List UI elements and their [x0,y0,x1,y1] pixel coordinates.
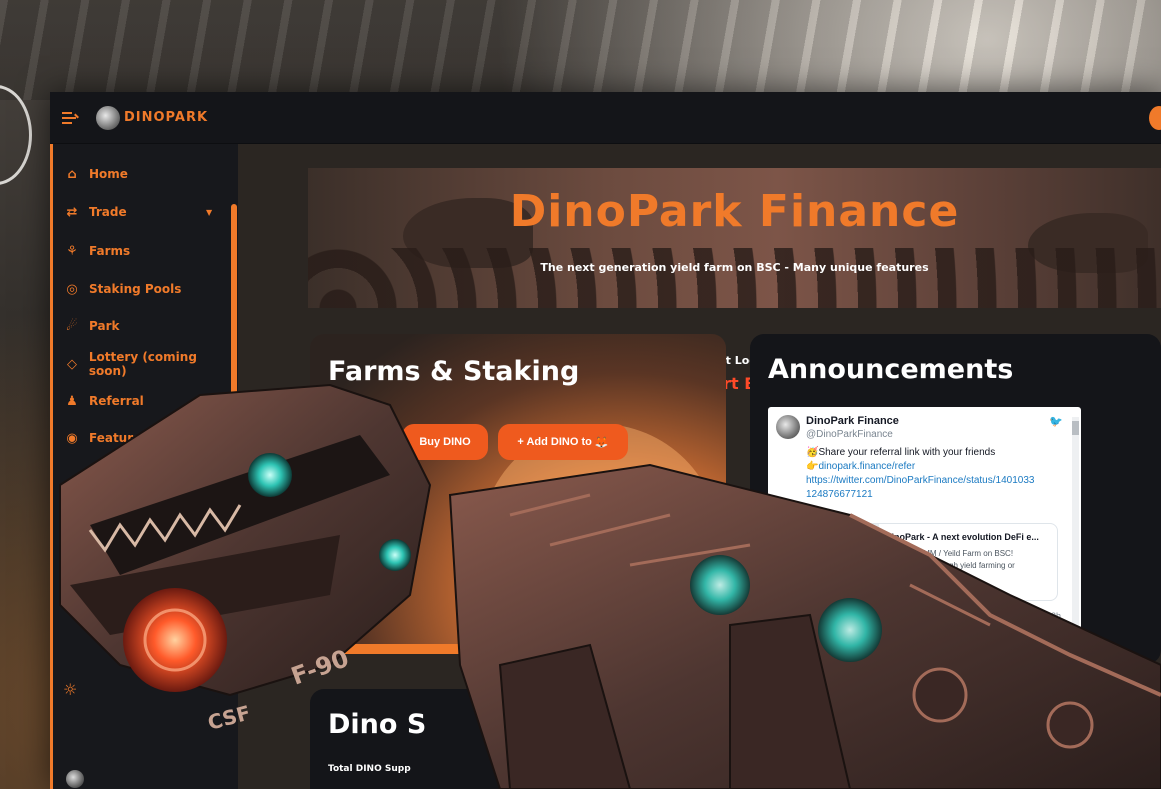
sidebar-item-label: Park [89,319,120,333]
main-content: DinoPark Finance The next generation yie… [238,144,1161,789]
sidebar-item-label: Lottery (coming soon) [88,350,197,378]
preview-description: The best AMM / Yeild Farm on BSC! Earn $… [885,548,1055,584]
pointing-hand-icon: 👉 [806,461,819,472]
tweet-text-line: 👉dinopark.finance/refer [806,461,915,472]
logo-icon [96,105,120,130]
sidebar-item-label: Staking Pools [89,282,182,296]
card-title: Announcements [768,354,1014,385]
referral-link[interactable]: dinopark.finance/refer [818,461,915,472]
hero-title: DinoPark Finance [509,186,960,237]
sidebar-item-label: Farms [89,244,131,258]
sidebar-item-label: Home [89,167,128,181]
tweet-text-line: 🥳Share your referral link with your frie… [806,447,995,458]
hero-subtitle: The next generation yield farm on BSC - … [540,261,929,274]
status-link[interactable]: https://twitter.com/DinoParkFinance/stat… [806,475,1034,486]
app-window: DINOPARK ⌂ Home ⇄ Trade ▼ ⚘ Farms ◎ Stak… [50,92,1161,789]
sidebar-item-home[interactable]: ⌂ Home [63,162,128,186]
add-dino-button[interactable]: + Add DINO to 🦊 [498,424,628,460]
fox-icon: 🦊 [594,436,609,449]
home-icon: ⌂ [67,166,77,182]
sidebar-item-label: Trade [89,205,127,219]
sidebar-item-label: Referral [89,394,144,408]
emoji-icon: 🥳 [806,447,819,458]
dino-stats-card: Dino S Total DINO Supp [310,689,730,789]
sidebar: ⌂ Home ⇄ Trade ▼ ⚘ Farms ◎ Staking Pools… [50,144,238,789]
tweet-author-name[interactable]: DinoPark Finance [806,415,899,427]
status-link-continued[interactable]: 124876677121 [806,489,873,500]
sidebar-item-label: Features [89,431,149,445]
referral-icon: ♟ [66,393,78,409]
sidebar-item-referral[interactable]: ♟ Referral [63,389,144,413]
twitter-bird-icon[interactable]: 🐦 [1049,415,1063,428]
scroll-thumb[interactable] [1072,421,1079,435]
add-dino-label: + Add DINO to [517,436,592,448]
sidebar-item-trade[interactable]: ⇄ Trade ▼ [63,200,213,224]
staking-pools-icon: ◎ [66,281,78,297]
sidebar-item-staking-pools[interactable]: ◎ Staking Pools [63,277,181,301]
brand-name[interactable]: DINOPARK [124,110,208,125]
tweet-author-handle[interactable]: @DinoParkFinance [806,429,893,440]
sidebar-item-farms[interactable]: ⚘ Farms [63,239,130,263]
trade-icon: ⇄ [66,204,78,220]
location-icon: ◉ [66,430,78,446]
account-icon[interactable] [1149,106,1161,130]
sidebar-item-lottery[interactable]: ◇ Lottery (coming soon) [63,350,238,378]
sidebar-item-park[interactable]: ☄ Park [63,314,119,338]
avatar[interactable] [776,415,800,439]
card-title: Farms & Staking [328,356,580,387]
link-preview-card[interactable]: ▤ DinoPark - A next evolution DeFi e... … [806,523,1058,601]
ticket-icon: ◇ [66,356,77,372]
farms-staking-card: Farms & Staking Buy DINO + Add DINO to 🦊 [310,334,726,654]
tweet-text: Share your referral link with your frien… [818,447,996,458]
preview-desc-line: dinopark.finance [885,573,944,582]
theme-toggle-icon[interactable]: ☼ [63,680,77,699]
background-beams [0,0,1161,100]
farms-icon: ⚘ [66,243,78,259]
sidebar-scrollbar[interactable] [231,204,237,454]
tweet-time[interactable]: 13h [1046,611,1061,621]
announcements-card: Announcements DinoPark Finance @DinoPark… [750,334,1161,664]
sidebar-item-features[interactable]: ◉ Features [63,426,148,450]
hero-banner: DinoPark Finance The next generation yie… [308,168,1161,308]
preview-desc-line: Earn $DINO through yield farming or [885,561,1015,570]
card-footer-strip [310,644,726,654]
total-supply-label: Total DINO Supp [328,764,411,774]
jungle-silhouette [308,248,1161,308]
park-icon: ☄ [66,318,78,334]
preview-title: DinoPark - A next evolution DeFi e... [885,532,1039,542]
preview-desc-line: The best AMM / Yeild Farm on BSC! [885,549,1014,558]
twitter-embed[interactable]: DinoPark Finance @DinoParkFinance 🐦 🥳Sha… [768,407,1081,639]
top-bar: DINOPARK [50,92,1161,144]
chevron-down-icon: ▼ [206,207,213,217]
document-icon: ▤ [807,524,879,600]
menu-toggle-icon[interactable] [62,111,80,125]
token-price-icon [66,770,84,788]
buy-dino-button[interactable]: Buy DINO [402,424,488,460]
tweet-scrollbar[interactable] [1072,417,1079,632]
card-title: Dino S [328,709,427,740]
